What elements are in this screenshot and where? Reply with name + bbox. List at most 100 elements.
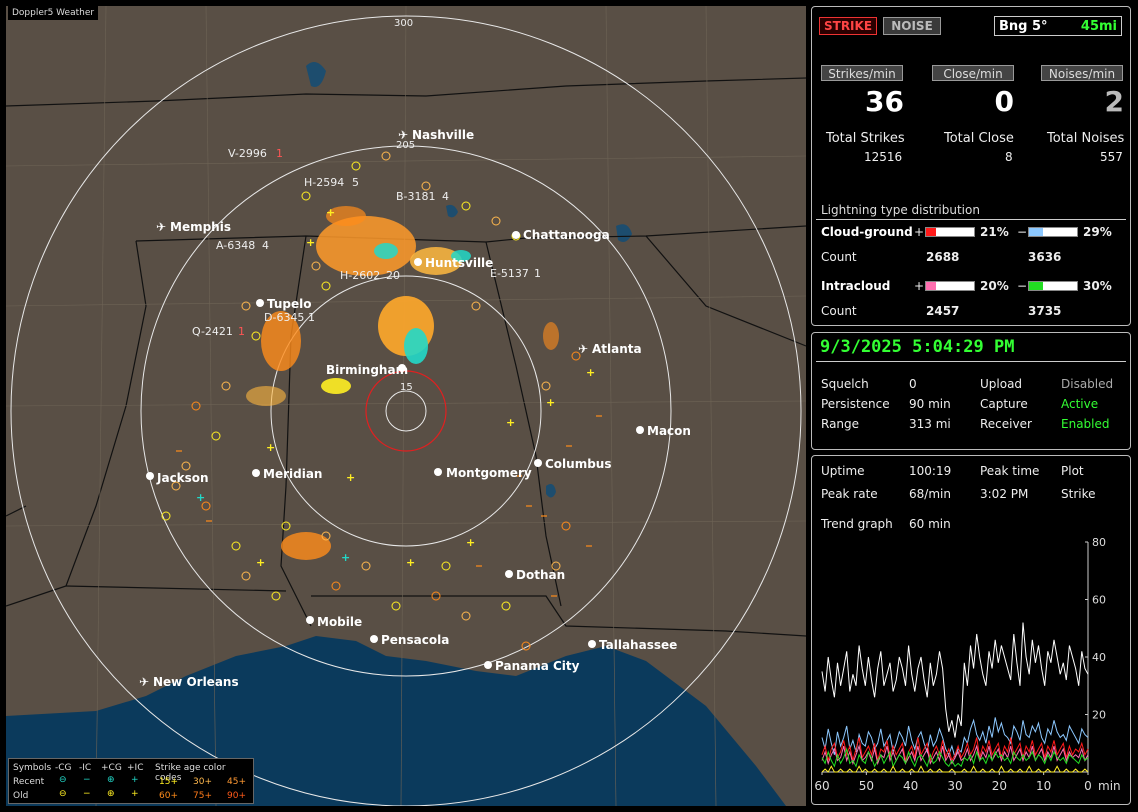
noises-per-min-button[interactable]: Noises/min xyxy=(1041,65,1123,81)
strike-tab[interactable]: STRIKE xyxy=(819,17,877,35)
trend-chart: 80 60 40 20 60 50 40 30 20 10 0 min xyxy=(814,536,1120,793)
total-strikes-value: 12516 xyxy=(864,150,903,164)
trend-panel: Uptime 100:19 Peak time Plot Peak rate 6… xyxy=(811,455,1131,805)
persistence-label: Persistence xyxy=(821,397,890,411)
svg-text:1: 1 xyxy=(534,267,541,280)
lightning-map[interactable]: 300 205 15 + + + + + + + + + + + + V-299… xyxy=(6,6,806,806)
city-label: Dothan xyxy=(516,568,565,582)
uptime-value: 100:19 xyxy=(909,464,952,478)
city-label: Nashville xyxy=(412,128,474,142)
cell-label: H-2602 xyxy=(340,269,380,282)
cell-label: H-2594 xyxy=(304,176,344,189)
x-tick-label: 0 xyxy=(1084,779,1092,793)
ic-count-label: Count xyxy=(821,304,857,318)
legend-header: +CG xyxy=(101,763,122,773)
uptime-label: Uptime xyxy=(821,464,865,478)
svg-text:1: 1 xyxy=(276,147,283,160)
upload-label: Upload xyxy=(980,377,1023,391)
noise-tab[interactable]: NOISE xyxy=(883,17,941,35)
total-noises-value: 557 xyxy=(1100,150,1123,164)
legend-minus-cg-icon: ⊖ xyxy=(59,775,67,785)
svg-text:4: 4 xyxy=(262,239,269,252)
city-label: Columbus xyxy=(545,457,612,471)
svg-text:✈: ✈ xyxy=(578,342,588,356)
legend-age: 75+ xyxy=(193,791,212,801)
date-time: 9/3/2025 5:04:29 PM xyxy=(820,337,1015,357)
total-strikes-label: Total Strikes xyxy=(826,131,905,146)
cg-minus-bar xyxy=(1028,227,1078,237)
legend-age: 15+ xyxy=(159,777,178,787)
lake xyxy=(616,224,632,242)
city-label: Birmingham xyxy=(326,363,408,377)
separator xyxy=(816,219,1126,220)
ic-minus-bar xyxy=(1028,281,1078,291)
map-canvas: 300 205 15 +++ +++ +++ +++ V-2996 1 H-25… xyxy=(6,6,806,806)
city-label: New Orleans xyxy=(153,675,239,689)
cg-plus-percent: 21% xyxy=(980,225,1009,239)
ic-plus-count: 2457 xyxy=(926,304,960,318)
city-label: Jackson xyxy=(156,471,209,485)
plot-value[interactable]: Strike xyxy=(1061,487,1096,501)
capture-label: Capture xyxy=(980,397,1028,411)
legend-age: 60+ xyxy=(159,791,178,801)
city-label: Meridian xyxy=(263,467,322,481)
symbols-legend: Symbols -CG -IC +CG +IC Strike age color… xyxy=(8,758,254,804)
cg-plus-bar xyxy=(925,227,975,237)
legend-age: 30+ xyxy=(193,777,212,787)
app-title: Doppler5 Weather xyxy=(8,6,99,20)
svg-text:+: + xyxy=(506,416,515,429)
distribution-title: Lightning type distribution xyxy=(821,203,980,217)
distance-value: 45mi xyxy=(1080,19,1117,34)
svg-text:5: 5 xyxy=(352,176,359,189)
persistence-value: 90 min xyxy=(909,397,951,411)
legend-old-label: Old xyxy=(13,791,29,801)
svg-text:+: + xyxy=(586,366,595,379)
y-tick-label: 60 xyxy=(1092,594,1106,607)
cell-label: B-3181 xyxy=(396,190,436,203)
legend-minus-cg-icon: ⊖ xyxy=(59,789,67,799)
city-label: Tupelo xyxy=(267,297,312,311)
peak-time-value: 3:02 PM xyxy=(980,487,1029,501)
legend-plus-ic-icon: + xyxy=(131,789,139,799)
city-label: Tallahassee xyxy=(599,638,677,652)
strike-stats-panel: STRIKE NOISE Bng 5° 45mi Strikes/min Clo… xyxy=(811,6,1131,326)
svg-text:1: 1 xyxy=(238,325,245,338)
legend-symbols-label: Symbols xyxy=(13,763,52,773)
trend-graph-label: Trend graph xyxy=(821,517,893,531)
trend-graph-value: 60 min xyxy=(909,517,951,531)
legend-minus-ic-icon: − xyxy=(83,775,91,785)
ic-plus-bar xyxy=(925,281,975,291)
ic-plus-bar-fill xyxy=(926,282,936,290)
city-label: Huntsville xyxy=(425,256,493,270)
svg-text:+: + xyxy=(341,551,350,564)
plus-sign: + xyxy=(914,279,925,293)
strikes-rate: 36 xyxy=(865,85,904,118)
lake xyxy=(306,62,326,87)
city-label: Memphis xyxy=(170,220,231,234)
svg-text:+: + xyxy=(256,556,265,569)
status-panel: 9/3/2025 5:04:29 PM Squelch 0 Upload Dis… xyxy=(811,332,1131,450)
intracloud-label: Intracloud xyxy=(821,279,891,293)
city-markers: ✈ Nashville ✈ Memphis Chattanooga Huntsvil… xyxy=(139,128,691,689)
svg-text:+: + xyxy=(466,536,475,549)
svg-text:+: + xyxy=(346,471,355,484)
legend-minus-ic-icon: − xyxy=(83,789,91,799)
cell-label: D-6345 xyxy=(264,311,304,324)
plot-label: Plot xyxy=(1061,464,1084,478)
x-tick-label: 30 xyxy=(947,779,962,793)
close-rate: 0 xyxy=(994,85,1014,118)
legend-plus-cg-icon: ⊕ xyxy=(107,789,115,799)
cg-minus-percent: 29% xyxy=(1083,225,1112,239)
legend-plus-ic-icon: + xyxy=(131,775,139,785)
strikes-per-min-button[interactable]: Strikes/min xyxy=(821,65,903,81)
legend-header: -IC xyxy=(79,763,92,773)
close-per-min-button[interactable]: Close/min xyxy=(932,65,1014,81)
x-tick-label: 40 xyxy=(903,779,918,793)
bearing-value: Bng 5° xyxy=(999,19,1048,34)
trend-series-line-5 xyxy=(821,765,1089,773)
cell-label: E-5137 xyxy=(490,267,529,280)
receiver-value: Enabled xyxy=(1061,417,1110,431)
svg-text:✈: ✈ xyxy=(156,220,166,234)
range-label-300: 300 xyxy=(394,18,413,29)
peak-rate-value: 68/min xyxy=(909,487,951,501)
